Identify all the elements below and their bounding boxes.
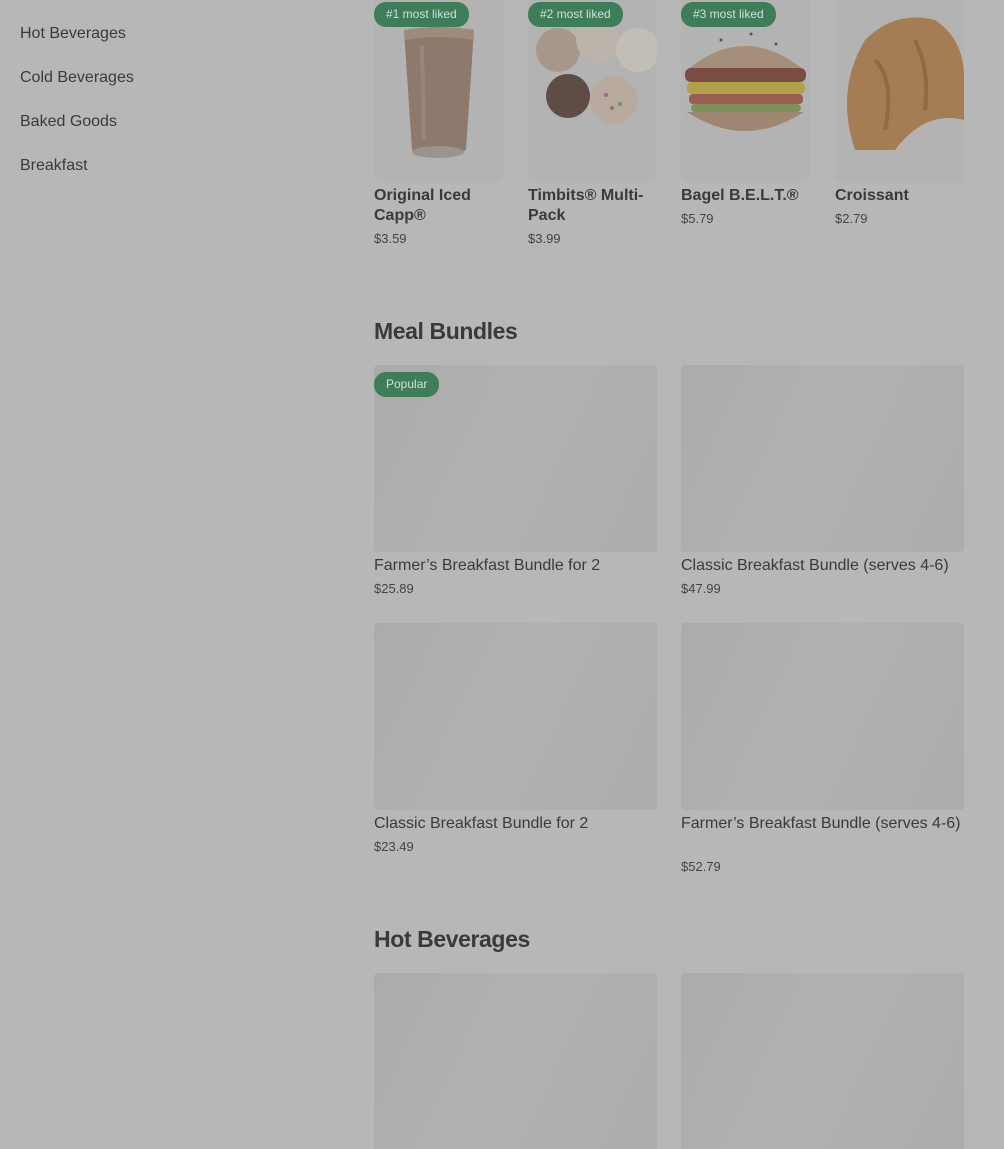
product-price: $5.79 [681, 211, 714, 226]
product-name: Croissant [835, 187, 909, 204]
section-title-meal-bundles: Meal Bundles [374, 318, 518, 344]
product-image-placeholder[interactable] [681, 973, 964, 1149]
product-price: $3.99 [528, 231, 561, 246]
timbits-image[interactable] [528, 0, 657, 182]
bundle-image-placeholder[interactable] [374, 623, 657, 810]
product-name: Original Iced Capp® [374, 187, 471, 224]
bundle-image-placeholder[interactable] [681, 623, 964, 810]
bundle-price: $52.79 [681, 859, 721, 874]
sidebar-item-baked-goods[interactable]: Baked Goods [20, 112, 117, 132]
bundle-price: $25.89 [374, 581, 414, 596]
product-name: Bagel B.E.L.T.® [681, 187, 799, 204]
sidebar-item-breakfast[interactable]: Breakfast [20, 156, 88, 176]
bundle-image-placeholder[interactable] [681, 365, 964, 552]
popular-badge: Popular [374, 372, 440, 397]
product-price: $3.59 [374, 231, 407, 246]
section-title-hot-beverages: Hot Beverages [374, 926, 530, 952]
iced-capp-image[interactable] [374, 0, 503, 182]
bagel-belt-image[interactable] [681, 0, 810, 182]
most-liked-badge: #2 most liked [528, 2, 623, 27]
most-liked-badge: #1 most liked [374, 2, 469, 27]
bundle-name: Farmer’s Breakfast Bundle (serves 4-6) [681, 815, 961, 832]
bundle-name: Farmer’s Breakfast Bundle for 2 [374, 557, 601, 574]
croissant-image[interactable] [835, 0, 964, 182]
bundle-name: Classic Breakfast Bundle for 2 [374, 815, 589, 832]
product-image-placeholder[interactable] [374, 973, 657, 1149]
sidebar-item-cold-beverages[interactable]: Cold Beverages [20, 68, 134, 88]
bundle-price: $23.49 [374, 839, 414, 854]
product-name: Timbits® Multi-Pack [528, 187, 644, 224]
most-liked-badge: #3 most liked [681, 2, 776, 27]
bundle-name: Classic Breakfast Bundle (serves 4-6) [681, 557, 949, 574]
bundle-price: $47.99 [681, 581, 721, 596]
sidebar-item-hot-beverages[interactable]: Hot Beverages [20, 24, 126, 44]
product-price: $2.79 [835, 211, 868, 226]
